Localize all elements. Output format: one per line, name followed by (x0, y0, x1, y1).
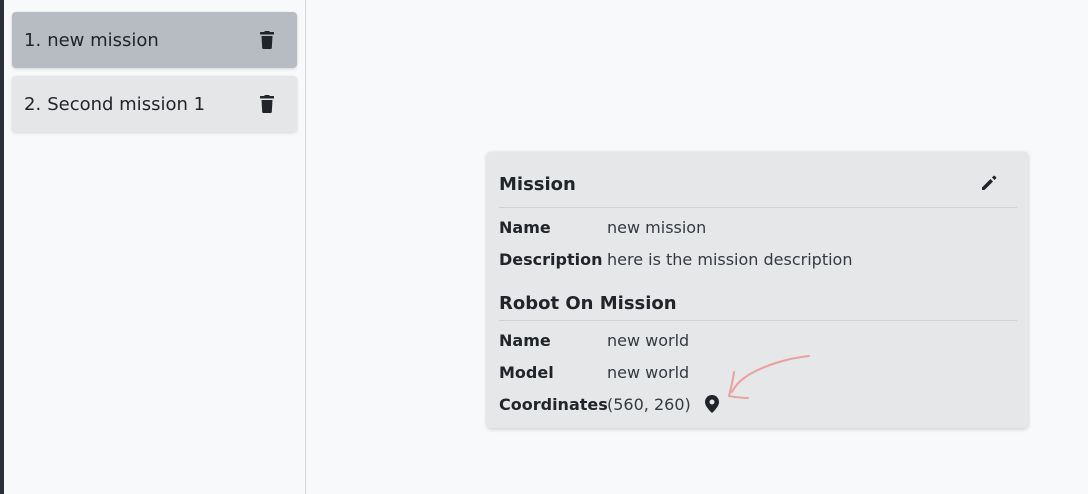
mission-number: 2. (24, 93, 42, 115)
pencil-icon[interactable] (980, 174, 998, 192)
description-label: Description (499, 249, 603, 269)
mission-list-sidebar: 1. new mission 2. Second mission 1 (4, 0, 306, 494)
divider (499, 207, 1017, 208)
mission-description-row: Description here is the mission descript… (499, 248, 852, 270)
annotation-arrow (728, 355, 810, 399)
trash-icon[interactable] (260, 95, 274, 113)
mission-name-row: Name new mission (499, 216, 706, 238)
mission-list-item-2[interactable]: 2. Second mission 1 (12, 76, 297, 132)
name-label: Name (499, 217, 551, 237)
robot-section-title: Robot On Mission (499, 293, 677, 314)
model-label: Model (499, 362, 554, 382)
description-value: here is the mission description (607, 249, 853, 269)
mission-name: new mission (47, 29, 159, 51)
robot-name-row: Name new world (499, 329, 689, 351)
robot-name-value: new world (607, 330, 690, 350)
coordinates-value: (560, 260) (607, 394, 691, 414)
mission-list-item-1[interactable]: 1. new mission (12, 12, 297, 68)
model-value: new world (607, 362, 690, 382)
name-value: new mission (607, 217, 707, 237)
mission-section-title: Mission (499, 174, 576, 195)
trash-icon[interactable] (260, 31, 274, 49)
mission-name: Second mission 1 (47, 93, 206, 115)
robot-model-row: Model new world (499, 361, 689, 383)
robot-name-label: Name (499, 330, 551, 350)
map-pin-icon[interactable] (704, 395, 719, 413)
robot-coordinates-row: Coordinates (560, 260) (499, 393, 719, 415)
divider (499, 320, 1017, 321)
mission-number: 1. (24, 29, 42, 51)
coordinates-label: Coordinates (499, 394, 608, 414)
